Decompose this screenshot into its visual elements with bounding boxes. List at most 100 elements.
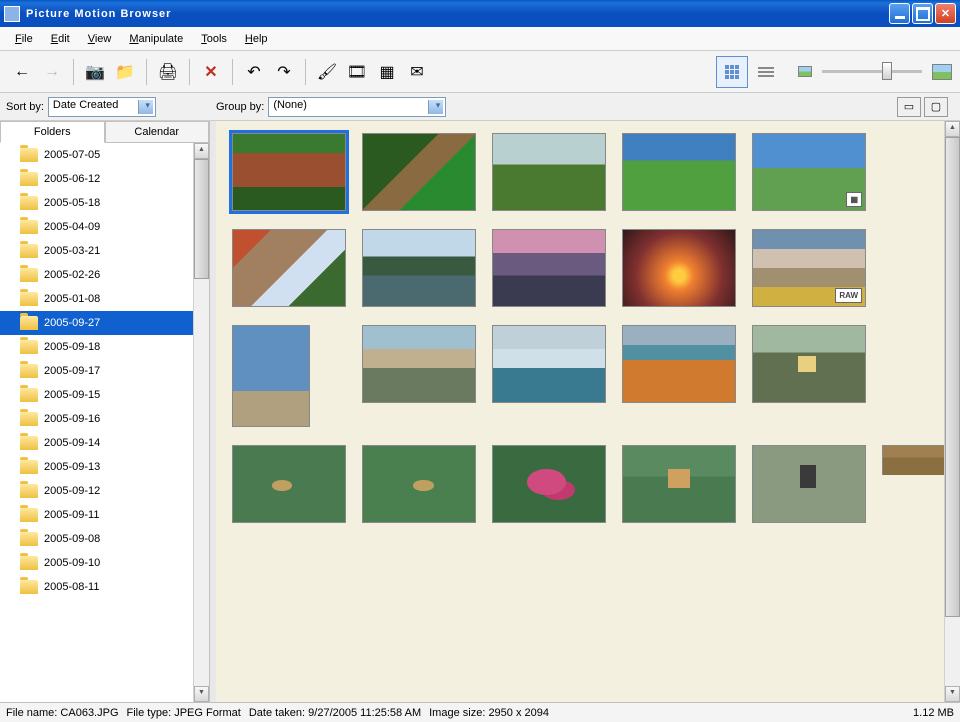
thumbnail[interactable] <box>362 325 476 403</box>
thumb-small-icon <box>798 66 812 77</box>
raw-badge: RAW <box>835 288 862 303</box>
thumbnail[interactable] <box>492 133 606 211</box>
import-camera-button[interactable]: 📷 <box>81 58 109 86</box>
window-title: Picture Motion Browser <box>26 8 889 20</box>
folder-item[interactable]: 2005-09-18 <box>0 335 209 359</box>
folder-icon <box>20 412 38 426</box>
folder-label: 2005-09-13 <box>44 461 100 473</box>
thumbnail[interactable] <box>362 229 476 307</box>
thumbnail[interactable] <box>752 325 866 403</box>
folder-label: 2005-09-17 <box>44 365 100 377</box>
folder-item[interactable]: 2005-09-16 <box>0 407 209 431</box>
filmstrip-view-button[interactable]: ▭ <box>897 97 921 117</box>
folder-item[interactable]: 2005-09-13 <box>0 455 209 479</box>
folder-item[interactable]: 2005-09-15 <box>0 383 209 407</box>
folder-icon <box>20 508 38 522</box>
edit-button[interactable]: 🖌 <box>313 58 341 86</box>
thumbnail[interactable] <box>362 445 476 523</box>
folder-item[interactable]: 2005-05-18 <box>0 191 209 215</box>
folder-item[interactable]: 2005-09-14 <box>0 431 209 455</box>
folder-item[interactable]: 2005-04-09 <box>0 215 209 239</box>
folder-label: 2005-01-08 <box>44 293 100 305</box>
rotate-right-button[interactable]: ↷ <box>270 58 298 86</box>
folder-item[interactable]: 2005-07-05 <box>0 143 209 167</box>
folder-item[interactable]: 2005-09-10 <box>0 551 209 575</box>
folder-item[interactable]: 2005-09-08 <box>0 527 209 551</box>
folder-item[interactable]: 2005-09-11 <box>0 503 209 527</box>
import-folder-button[interactable]: 📁 <box>111 58 139 86</box>
thumbnail[interactable] <box>492 229 606 307</box>
menu-help[interactable]: Help <box>236 30 277 48</box>
thumbnail[interactable] <box>492 445 606 523</box>
statusbar: File name: CA063.JPG File type: JPEG For… <box>0 702 960 722</box>
status-filesize: 1.12 MB <box>913 707 954 719</box>
thumbnail[interactable] <box>622 325 736 403</box>
list-icon <box>758 67 774 77</box>
slideshow-button[interactable]: ▦ <box>373 58 401 86</box>
thumbnail-size-slider[interactable] <box>822 70 922 73</box>
menu-tools[interactable]: Tools <box>192 30 236 48</box>
menu-edit[interactable]: Edit <box>42 30 79 48</box>
folder-item[interactable]: 2005-03-21 <box>0 239 209 263</box>
thumbnail[interactable] <box>492 325 606 403</box>
folder-label: 2005-09-08 <box>44 533 100 545</box>
maximize-button[interactable] <box>912 3 933 24</box>
sortby-label: Sort by: <box>6 101 44 113</box>
scroll-up-button[interactable]: ▲ <box>194 143 209 159</box>
thumbnail[interactable] <box>622 229 736 307</box>
rotate-left-button[interactable]: ↶ <box>240 58 268 86</box>
slider-thumb[interactable] <box>882 62 892 80</box>
folder-item[interactable]: 2005-06-12 <box>0 167 209 191</box>
status-filetype: File type: JPEG Format <box>127 707 241 719</box>
folder-icon <box>20 292 38 306</box>
folder-item[interactable]: 2005-09-17 <box>0 359 209 383</box>
folder-item[interactable]: 2005-08-11 <box>0 575 209 599</box>
main: Folders Calendar 2005-07-052005-06-12200… <box>0 121 960 702</box>
list-view-button[interactable] <box>750 56 782 88</box>
scroll-thumb[interactable] <box>194 159 209 279</box>
scroll-up-button[interactable]: ▲ <box>945 121 960 137</box>
tab-calendar[interactable]: Calendar <box>105 121 210 142</box>
video-badge-icon: ▦ <box>846 192 862 207</box>
folder-icon <box>20 244 38 258</box>
menu-file[interactable]: File <box>6 30 42 48</box>
thumbnail[interactable] <box>752 445 866 523</box>
email-button[interactable]: ✉ <box>403 58 431 86</box>
print-button[interactable]: 🖨 <box>154 58 182 86</box>
fullscreen-view-button[interactable]: ▢ <box>924 97 948 117</box>
thumbnail[interactable] <box>232 133 346 211</box>
thumbnail[interactable]: ▦ <box>752 133 866 211</box>
window-controls <box>889 3 956 24</box>
scroll-down-button[interactable]: ▼ <box>194 686 209 702</box>
menu-manipulate[interactable]: Manipulate <box>120 30 192 48</box>
forward-button[interactable]: → <box>38 58 66 86</box>
thumbnail[interactable] <box>622 133 736 211</box>
folder-item[interactable]: 2005-02-26 <box>0 263 209 287</box>
minimize-button[interactable] <box>889 3 910 24</box>
folder-label: 2005-09-18 <box>44 341 100 353</box>
close-button[interactable] <box>935 3 956 24</box>
sortby-select[interactable]: Date Created <box>48 97 156 117</box>
folder-item[interactable]: 2005-01-08 <box>0 287 209 311</box>
thumbnail[interactable] <box>622 445 736 523</box>
scroll-thumb[interactable] <box>945 137 960 617</box>
folder-icon <box>20 196 38 210</box>
thumbnail[interactable] <box>362 133 476 211</box>
folder-item[interactable]: 2005-09-12 <box>0 479 209 503</box>
sidebar-scrollbar[interactable]: ▲ ▼ <box>193 143 209 702</box>
groupby-select[interactable]: (None) <box>268 97 446 117</box>
delete-button[interactable]: ✕ <box>197 58 225 86</box>
tab-folders[interactable]: Folders <box>0 121 105 143</box>
folder-item[interactable]: 2005-09-27 <box>0 311 209 335</box>
content-scrollbar[interactable]: ▲ ▼ <box>944 121 960 702</box>
menu-view[interactable]: View <box>79 30 121 48</box>
thumbnail[interactable]: RAW <box>752 229 866 307</box>
scroll-down-button[interactable]: ▼ <box>945 686 960 702</box>
thumbnail[interactable] <box>232 445 346 523</box>
grid-view-button[interactable] <box>716 56 748 88</box>
thumbnail[interactable] <box>232 325 310 427</box>
thumbnail[interactable] <box>232 229 346 307</box>
adjust-button[interactable]: 🎞 <box>343 58 371 86</box>
back-button[interactable]: ← <box>8 58 36 86</box>
folder-icon <box>20 388 38 402</box>
